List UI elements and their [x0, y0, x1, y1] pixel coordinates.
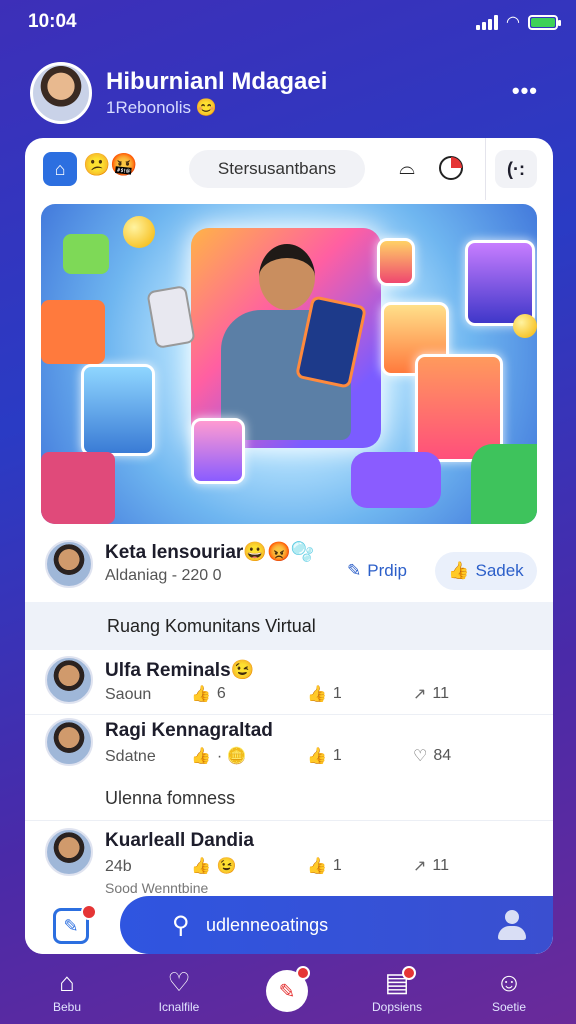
notification-badge — [402, 966, 416, 980]
battery-icon — [528, 14, 561, 30]
timer-icon[interactable] — [435, 152, 467, 184]
notification-badge — [296, 966, 310, 980]
post-header: Keta lensouriar😀😡🫧 Aldaniag - 220 0 ✎ Pr… — [25, 534, 553, 598]
signal-icon — [476, 14, 499, 30]
list-item-overflow: Sood Wenntbine — [105, 880, 209, 896]
list-item[interactable]: Kuarleall Dandia 24b 👍 😉 👍 1 ↗ 11 Sood Wenn… — [25, 826, 553, 896]
section-title: Ruang Komunitans Virtual — [25, 602, 553, 650]
list-item-name: Kuarleall Dandia — [105, 830, 254, 851]
tab-account[interactable]: ☺ Soetie — [464, 966, 554, 1014]
comment-stat[interactable]: 👍 1 — [307, 684, 342, 704]
wifi-icon: ◠ — [506, 14, 520, 31]
list-item-name: Ulfa Reminals😉 — [105, 660, 255, 681]
emoji-reactions[interactable]: 😕🤬 — [83, 152, 138, 178]
avatar — [45, 828, 93, 876]
list-item-meta: 24b — [105, 858, 132, 875]
tab-profile[interactable]: ♡ Icnalfile — [134, 966, 224, 1014]
toolbar-pill-button[interactable]: Stersusantbans — [189, 150, 365, 188]
inbox-icon: ▤ — [384, 967, 410, 997]
user-icon[interactable] — [495, 908, 529, 942]
search-input[interactable]: udlenneoatings — [206, 915, 328, 936]
profile-action-label: Prdip — [367, 561, 407, 580]
main-card: ⌂ 😕🤬 Stersusantbans ⌓ (·: Keta lensouria… — [25, 138, 553, 954]
thumbs-up-icon: 👍 — [448, 561, 470, 580]
thumbs-up-icon: 👍 — [307, 858, 327, 875]
like-label: Sadek — [475, 561, 524, 580]
profile-name: Hiburnianl Mdagaei — [106, 68, 328, 95]
user-icon: ☺ — [495, 967, 523, 997]
like-button[interactable]: 👍 Sadek — [435, 552, 537, 590]
thumbs-up-icon: 👍 — [191, 686, 211, 703]
comment-stat[interactable]: 👍 1 — [307, 856, 342, 876]
avatar — [45, 656, 93, 704]
mask-icon[interactable]: ⌓ — [391, 152, 423, 184]
avatar — [45, 718, 93, 766]
avatar[interactable] — [45, 540, 93, 588]
thumbs-up-icon: 👍 — [307, 748, 327, 765]
list-item-name: Ragi Kennagraltad — [105, 720, 273, 741]
status-time: 10:04 — [28, 11, 77, 32]
list-item-meta: Sdatne — [105, 748, 156, 765]
thumbs-up-icon: 👍 — [191, 748, 211, 765]
heart-icon: ♡ — [413, 748, 428, 765]
share-icon: ↗ — [413, 686, 427, 703]
tab-home[interactable]: ⌂ Bebu — [22, 966, 112, 1014]
avatar[interactable] — [30, 62, 92, 124]
thumbs-up-icon: 👍 — [307, 686, 327, 703]
like-stat[interactable]: 👍 😉 — [191, 856, 237, 876]
edit-icon: ✎ — [347, 561, 362, 580]
share-icon: ↗ — [413, 858, 427, 875]
list-item[interactable]: Ulfa Reminals😉 Saoun 👍 6 👍 1 ↗ 11 — [25, 654, 553, 714]
profile-action-button[interactable]: ✎ Prdip — [347, 552, 407, 590]
hero-image[interactable] — [41, 204, 537, 524]
list-item-meta: Saoun — [105, 686, 152, 703]
thumbs-up-icon: 👍 — [191, 858, 211, 875]
bottom-action-bar: ✎ ⚲ udlenneoatings — [25, 896, 553, 954]
profile-subtitle: 1Rebonolis 😊 — [106, 98, 217, 117]
card-toolbar: ⌂ 😕🤬 Stersusantbans ⌓ (·: — [25, 138, 553, 200]
heart-person-icon: ♡ — [167, 967, 191, 997]
search-icon: ⚲ — [172, 912, 190, 939]
post-author[interactable]: Keta lensouriar😀😡🫧 — [105, 540, 314, 564]
like-stat[interactable]: 👍 6 — [191, 684, 226, 704]
search-bar[interactable]: ⚲ udlenneoatings — [120, 896, 553, 954]
bottom-tab-bar: ⌂ Bebu ♡ Icnalfile ✎ ▤ Dopsiens ☺ Soetie — [0, 960, 576, 1024]
group-label: Ulenna fomness — [105, 788, 236, 808]
post-meta: Aldaniag - 220 0 — [105, 567, 222, 584]
chat-icon[interactable]: (·: — [495, 150, 537, 188]
like-stat[interactable]: 👍 · 🪙 — [191, 746, 247, 766]
home-icon: ⌂ — [59, 967, 75, 997]
share-stat[interactable]: ↗ 11 — [413, 684, 449, 704]
notification-badge — [81, 904, 97, 920]
heart-stat[interactable]: ♡ 84 — [413, 746, 451, 766]
profile-header: Hiburnianl Mdagaei 1Rebonolis 😊 ••• — [30, 62, 550, 124]
status-bar: 10:04 ◠ — [0, 0, 576, 44]
comment-stat[interactable]: 👍 1 — [307, 746, 342, 766]
list-item[interactable]: Ragi Kennagraltad Sdatne 👍 · 🪙 👍 1 ♡ 84 — [25, 716, 553, 776]
tab-inbox[interactable]: ▤ Dopsiens — [352, 966, 442, 1014]
share-stat[interactable]: ↗ 11 — [413, 856, 449, 876]
more-options-icon[interactable]: ••• — [512, 78, 538, 104]
home-icon[interactable]: ⌂ — [43, 152, 77, 186]
